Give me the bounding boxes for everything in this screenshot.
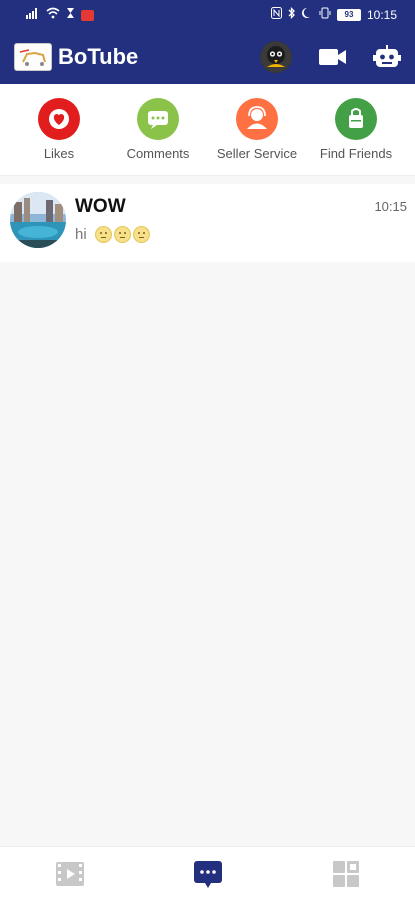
moon-icon: [301, 7, 313, 23]
battery-icon: 93: [336, 9, 361, 21]
quick-actions-row: Likes Comments Seller Service Find Frien…: [0, 84, 415, 176]
app-logo: [14, 43, 52, 71]
status-right-icons: 93 10:15: [270, 6, 397, 23]
emoji-icon: [94, 226, 112, 243]
emoji-icon: [132, 226, 150, 243]
robot-icon[interactable]: [372, 44, 402, 70]
chat-icon: [137, 98, 179, 140]
chat-avatar: [10, 192, 66, 248]
app-bar: BoTube: [0, 32, 415, 84]
find-friends-label: Find Friends: [319, 146, 393, 161]
comments-button[interactable]: Comments: [103, 98, 213, 161]
messages-tab-icon[interactable]: [193, 859, 223, 889]
chat-list-item[interactable]: WOW 10:15 hi: [0, 184, 415, 262]
find-friends-button[interactable]: Find Friends: [301, 98, 411, 161]
likes-label: Likes: [43, 146, 75, 161]
profile-avatar[interactable]: [260, 41, 292, 73]
bluetooth-icon: [288, 6, 296, 23]
chat-preview: hi: [75, 226, 150, 243]
status-left-icons: [26, 7, 94, 23]
chat-preview-text: hi: [75, 226, 87, 243]
status-time: 10:15: [366, 8, 397, 22]
comments-label: Comments: [126, 146, 190, 161]
heart-icon: [38, 98, 80, 140]
signal-icon: [26, 7, 40, 23]
video-camera-icon[interactable]: [318, 44, 348, 70]
emoji-icon: [113, 226, 131, 243]
vibrate-icon: [319, 7, 331, 23]
person-icon: [236, 98, 278, 140]
add-friend-icon: [335, 98, 377, 140]
hourglass-icon: [66, 7, 75, 23]
apps-tab-icon[interactable]: [331, 859, 361, 889]
status-bar: 93 10:15: [0, 0, 415, 32]
chat-name: WOW: [75, 196, 126, 217]
wifi-icon: [46, 7, 60, 23]
seller-service-button[interactable]: Seller Service: [202, 98, 312, 161]
seller-service-label: Seller Service: [216, 146, 298, 161]
video-tab-icon[interactable]: [55, 859, 85, 889]
chat-time: 10:15: [374, 199, 407, 214]
likes-button[interactable]: Likes: [4, 98, 114, 161]
nfc-icon: [270, 7, 282, 23]
app-title: BoTube: [58, 44, 139, 69]
bottom-nav: [0, 846, 415, 900]
notification-badge-icon: [81, 9, 94, 21]
